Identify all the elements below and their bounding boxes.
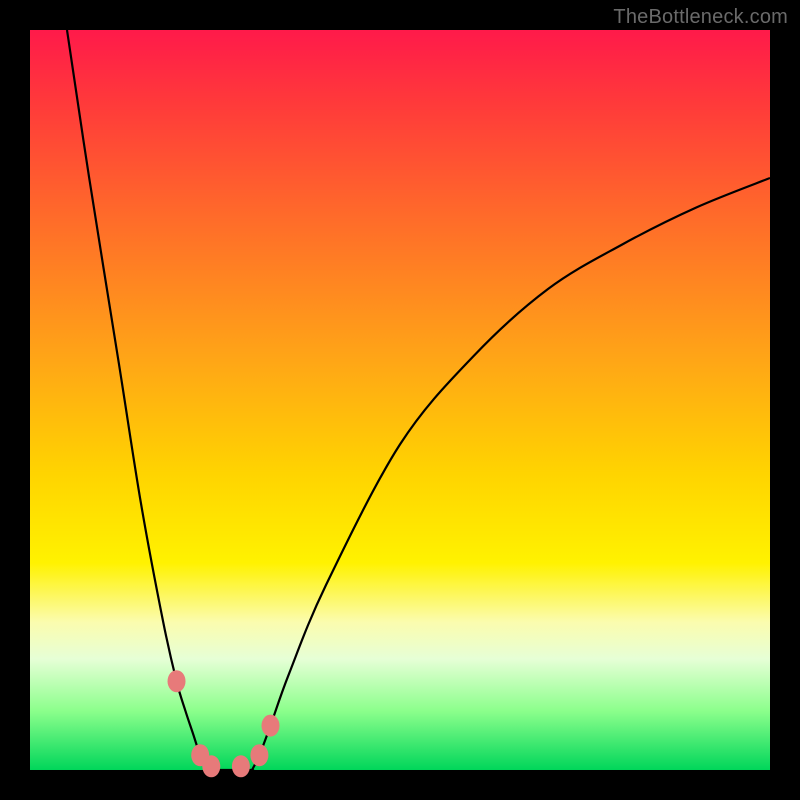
marker-group (168, 670, 280, 777)
plot-area (30, 30, 770, 770)
marker-point (250, 744, 268, 766)
marker-point (232, 755, 250, 777)
marker-point (202, 755, 220, 777)
chart-frame: TheBottleneck.com (0, 0, 800, 800)
bottleneck-curve (67, 30, 770, 771)
marker-point (168, 670, 186, 692)
curve-layer (30, 30, 770, 770)
watermark-text: TheBottleneck.com (613, 6, 788, 29)
marker-point (262, 715, 280, 737)
